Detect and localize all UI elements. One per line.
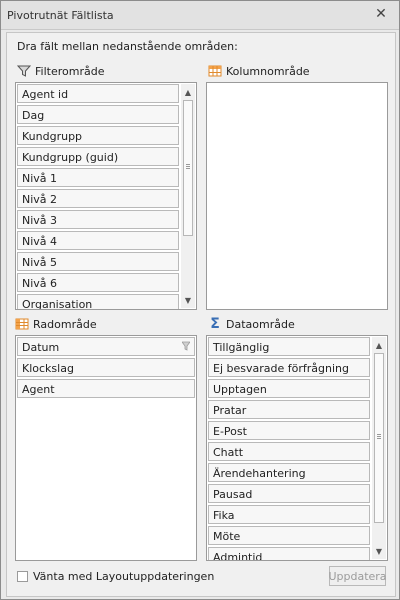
row-field-list: Datum Klockslag Agent: [17, 337, 195, 400]
scroll-down-icon[interactable]: ▼: [183, 296, 193, 305]
field-item[interactable]: Nivå 4: [17, 231, 179, 250]
scroll-thumb[interactable]: [183, 100, 193, 236]
field-item[interactable]: E-Post: [208, 421, 370, 440]
row-area-panel[interactable]: Datum Klockslag Agent: [15, 335, 197, 561]
column-area-panel[interactable]: [206, 82, 388, 310]
defer-update-label[interactable]: Vänta med Layoutuppdateringen: [33, 570, 214, 583]
field-item[interactable]: Nivå 2: [17, 189, 179, 208]
filter-area-header: Filterområde: [17, 62, 104, 80]
field-item[interactable]: Tillgänglig: [208, 337, 370, 356]
field-list-content: Dra fält mellan nedanstående områden: Fi…: [6, 32, 396, 597]
filter-indicator-icon[interactable]: [182, 341, 190, 351]
pivot-field-list-window: Pivotrutnät Fältlista ✕ Dra fält mellan …: [0, 0, 400, 600]
bottom-bar: Vänta med Layoutuppdateringen Uppdatera: [7, 563, 395, 596]
filter-area-panel[interactable]: Agent id Dag Kundgrupp Kundgrupp (guid) …: [15, 82, 197, 310]
data-field-list: Tillgänglig Ej besvarade förfrågning Upp…: [208, 337, 370, 560]
field-item[interactable]: Nivå 5: [17, 252, 179, 271]
field-item[interactable]: Nivå 6: [17, 273, 179, 292]
close-icon[interactable]: ✕: [373, 6, 389, 22]
scroll-up-icon[interactable]: ▲: [374, 341, 384, 350]
field-item[interactable]: Agent: [17, 379, 195, 398]
field-item[interactable]: Nivå 3: [17, 210, 179, 229]
field-item[interactable]: Admintid: [208, 547, 370, 560]
row-area-label: Radområde: [33, 317, 97, 331]
column-area-label: Kolumnområde: [226, 64, 310, 78]
filter-field-list: Agent id Dag Kundgrupp Kundgrupp (guid) …: [17, 84, 179, 309]
row-area-header: Radområde: [15, 315, 97, 333]
defer-update-checkbox[interactable]: [17, 571, 28, 582]
column-area-header: Kolumnområde: [208, 62, 310, 80]
field-item[interactable]: Upptagen: [208, 379, 370, 398]
grid-icon: [208, 65, 222, 77]
sigma-icon: Σ: [210, 316, 220, 332]
filter-area-label: Filterområde: [35, 64, 105, 78]
field-item[interactable]: Kundgrupp (guid): [17, 147, 179, 166]
data-area-header: Σ Dataområde: [208, 315, 295, 333]
field-item[interactable]: Kundgrupp: [17, 126, 179, 145]
grid-icon: [15, 318, 29, 330]
field-item[interactable]: Pratar: [208, 400, 370, 419]
field-item[interactable]: Nivå 1: [17, 168, 179, 187]
field-item[interactable]: Fika: [208, 505, 370, 524]
field-item[interactable]: Agent id: [17, 84, 179, 103]
field-item[interactable]: Pausad: [208, 484, 370, 503]
field-item[interactable]: Ej besvarade förfrågning: [208, 358, 370, 377]
scroll-up-icon[interactable]: ▲: [183, 88, 193, 97]
field-item[interactable]: Datum: [17, 337, 195, 356]
field-item[interactable]: Möte: [208, 526, 370, 545]
filter-area-scrollbar[interactable]: ▲ ▼: [181, 84, 195, 308]
funnel-icon: [17, 65, 31, 77]
data-area-label: Dataområde: [226, 317, 295, 331]
field-item-label: Datum: [22, 341, 60, 354]
scroll-down-icon[interactable]: ▼: [374, 547, 384, 556]
instruction-text: Dra fält mellan nedanstående områden:: [17, 40, 238, 53]
window-title: Pivotrutnät Fältlista: [7, 9, 114, 22]
data-area-panel[interactable]: Tillgänglig Ej besvarade förfrågning Upp…: [206, 335, 388, 561]
field-item[interactable]: Organisation: [17, 294, 179, 309]
update-button[interactable]: Uppdatera: [328, 566, 387, 586]
data-area-scrollbar[interactable]: ▲ ▼: [372, 337, 386, 559]
scroll-thumb[interactable]: [374, 353, 384, 523]
title-bar[interactable]: Pivotrutnät Fältlista ✕: [1, 1, 399, 30]
field-item[interactable]: Ärendehantering: [208, 463, 370, 482]
field-item[interactable]: Chatt: [208, 442, 370, 461]
field-item[interactable]: Klockslag: [17, 358, 195, 377]
field-item[interactable]: Dag: [17, 105, 179, 124]
